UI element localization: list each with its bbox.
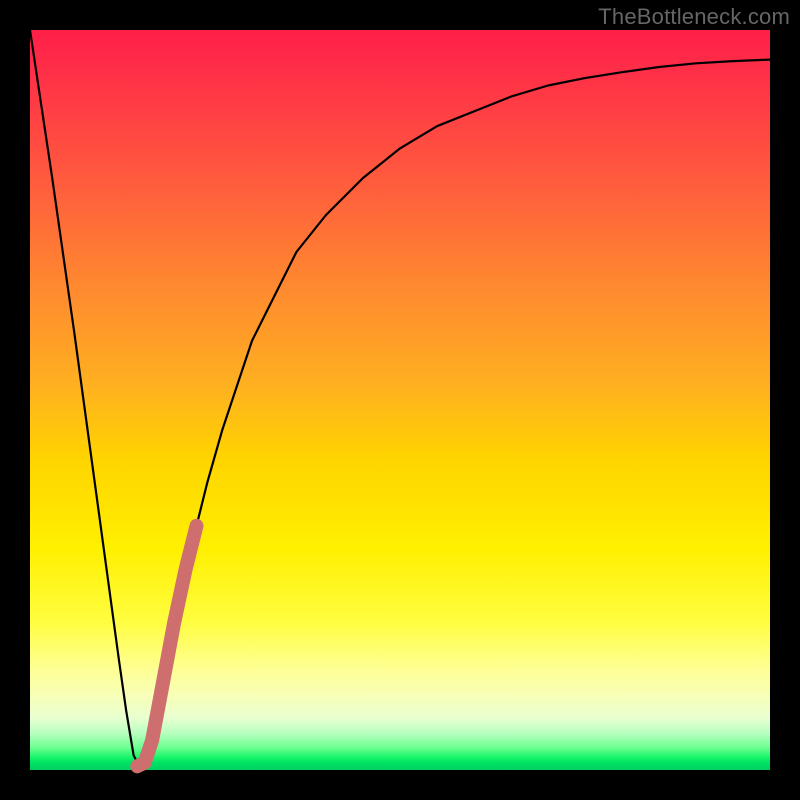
chart-frame: TheBottleneck.com [0,0,800,800]
highlight-segment [137,526,196,767]
curve-layer [30,30,770,770]
bottleneck-curve [30,30,770,770]
plot-area [30,30,770,770]
watermark-text: TheBottleneck.com [598,4,790,30]
